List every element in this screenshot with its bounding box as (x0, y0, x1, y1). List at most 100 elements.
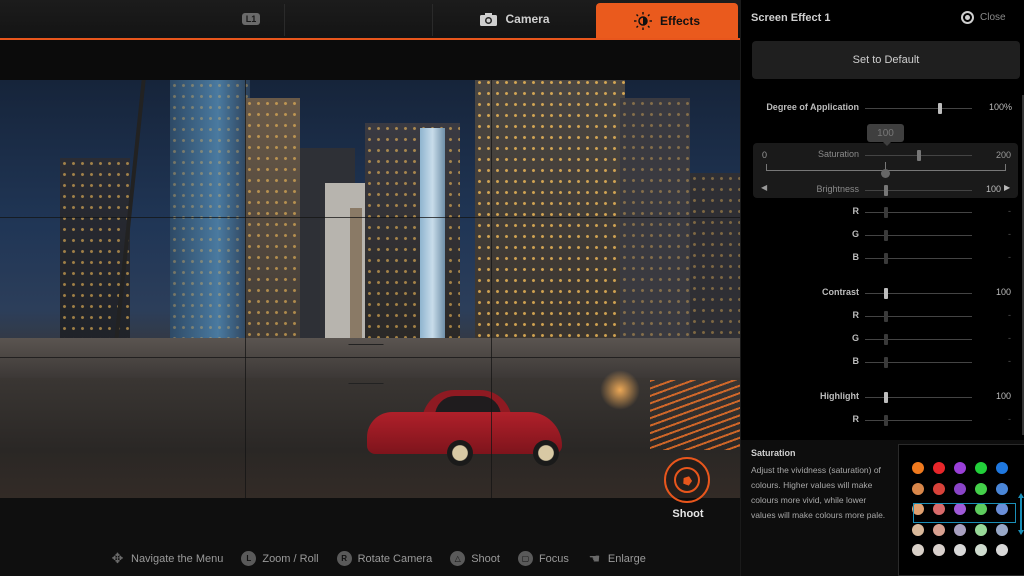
controller-hints: ✥ Navigate the Menu L Zoom / Roll R Rota… (110, 550, 646, 566)
color-swatch (975, 482, 987, 495)
slider-thumb[interactable] (884, 415, 889, 426)
close-label: Close (980, 12, 1006, 23)
slider-value: - (1008, 206, 1011, 216)
slider-track[interactable] (865, 311, 972, 322)
color-swatch (975, 544, 987, 556)
slider-thumb[interactable] (884, 357, 889, 368)
color-swatch (933, 544, 945, 556)
saturation-range-knob[interactable] (881, 169, 890, 178)
slider-label: Degree of Application (766, 102, 859, 112)
slider-thumb[interactable] (916, 150, 921, 161)
slider-label: B (852, 356, 860, 366)
range-tick (766, 164, 767, 171)
square-button-icon: ▢ (517, 551, 533, 566)
scene-building (245, 98, 300, 348)
hint-label: Navigate the Menu (131, 552, 224, 565)
circle-button-icon (961, 11, 974, 24)
hint-enlarge: ☚ Enlarge (587, 551, 646, 566)
slider-track[interactable] (865, 288, 972, 299)
touchpad-icon: ☚ (588, 550, 601, 566)
hint-label: Focus (538, 552, 569, 565)
value-tooltip: 100 (867, 124, 904, 146)
slider-track[interactable] (865, 185, 972, 196)
slider-thumb[interactable] (884, 185, 889, 196)
shoot-button[interactable] (664, 457, 710, 503)
color-swatch (996, 482, 1008, 495)
slider-value: - (1008, 356, 1011, 366)
contrast-b-slider[interactable]: B - (741, 356, 1011, 370)
color-swatch (933, 523, 945, 536)
color-swatch (996, 544, 1008, 556)
slider-track[interactable] (865, 415, 972, 426)
slider-track[interactable] (865, 253, 972, 264)
tab-effects-label: Effects (659, 13, 700, 28)
slider-thumb[interactable] (884, 311, 889, 322)
shutter-icon (674, 467, 700, 493)
color-swatch (954, 544, 966, 556)
selected-row-frame (913, 503, 1016, 523)
help-title: Saturation (751, 448, 796, 458)
slider-track[interactable] (865, 334, 972, 345)
color-swatch (912, 544, 924, 556)
light-trails (650, 380, 740, 450)
set-to-default-button[interactable]: Set to Default (752, 41, 1020, 79)
l1-button-icon: L1 (241, 13, 261, 25)
l1-shoulder-hint: L1 (236, 0, 266, 38)
slider-track[interactable] (865, 357, 972, 368)
slider-track[interactable] (865, 392, 972, 403)
color-swatch (912, 462, 924, 474)
degree-of-application-slider[interactable]: Degree of Application 100% (741, 102, 1013, 116)
scene-spire (350, 208, 362, 348)
slider-thumb[interactable] (884, 207, 889, 218)
brightness-b-slider[interactable]: B - (741, 252, 1011, 266)
slider-track[interactable] (865, 103, 972, 114)
photo-viewport[interactable] (0, 80, 740, 498)
slider-track[interactable] (865, 207, 972, 218)
slider-thumb[interactable] (884, 334, 889, 345)
brightness-r-slider[interactable]: R - (741, 206, 1011, 220)
slider-value: 100 (995, 391, 1011, 401)
close-button[interactable]: Close (961, 11, 1006, 24)
contrast-slider[interactable]: Contrast 100 (741, 287, 1011, 301)
r-stick-icon: R (336, 551, 352, 566)
contrast-r-slider[interactable]: R - (741, 310, 1011, 324)
help-description: Adjust the vividness (saturation) of col… (751, 465, 886, 520)
scene-light-glow (600, 370, 640, 410)
tab-effects[interactable]: Effects (596, 3, 738, 38)
slider-thumb[interactable] (937, 103, 942, 114)
grid-line (0, 217, 740, 218)
slider-value: - (1008, 414, 1011, 424)
color-swatch (996, 523, 1008, 536)
focus-point-bracket[interactable] (348, 344, 384, 384)
slider-thumb[interactable] (884, 230, 889, 241)
slider-label: R (852, 414, 860, 424)
slider-value: - (1008, 252, 1011, 262)
help-section: Saturation Adjust the vividness (saturat… (741, 440, 1024, 576)
slider-thumb[interactable] (884, 392, 889, 403)
tab-divider (432, 4, 433, 36)
panel-title: Screen Effect 1 (751, 12, 831, 24)
screen-effect-panel: Screen Effect 1 Close Set to Default Deg… (740, 0, 1024, 576)
grid-line (245, 80, 246, 498)
color-swatch (912, 482, 924, 495)
l-stick-icon: L (241, 551, 257, 566)
slider-thumb[interactable] (884, 253, 889, 264)
hint-shoot: △ Shoot (450, 551, 500, 566)
slider-track[interactable] (865, 230, 972, 241)
tab-camera[interactable]: Camera (445, 0, 585, 38)
saturation-slider[interactable]: Saturation (741, 149, 1011, 163)
shoot-label: Shoot (672, 508, 704, 520)
highlight-slider[interactable]: Highlight 100 (741, 391, 1011, 405)
scene-building (325, 183, 370, 348)
slider-track[interactable] (865, 150, 972, 161)
brightness-g-slider[interactable]: G - (741, 229, 1011, 243)
slider-label: R (852, 206, 860, 216)
contrast-g-slider[interactable]: G - (741, 333, 1011, 347)
slider-value: 100 (995, 287, 1011, 297)
brightness-slider[interactable]: Brightness 100 (741, 184, 1011, 198)
slider-thumb[interactable] (884, 288, 889, 299)
saturation-preview: © 2022 Sony Interactive Entertainment In… (898, 444, 1024, 576)
tab-divider (284, 4, 285, 36)
highlight-r-slider[interactable]: R - (741, 414, 1011, 428)
slider-value: 100% (989, 102, 1013, 112)
